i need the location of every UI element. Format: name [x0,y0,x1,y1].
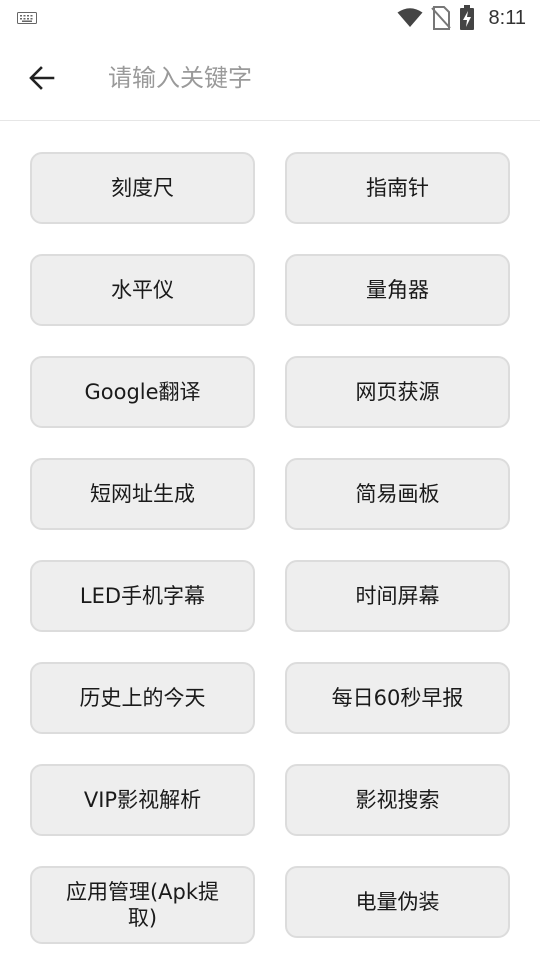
tool-button-battery-fake[interactable]: 电量伪装 [285,866,510,938]
tool-button-web-source[interactable]: 网页获源 [285,356,510,428]
tool-button-app-manager[interactable]: 应用管理(Apk提取) [30,866,255,944]
no-sim-icon [430,6,451,30]
back-button[interactable] [20,56,64,100]
tool-button-level[interactable]: 水平仪 [30,254,255,326]
tool-button-time-screen[interactable]: 时间屏幕 [285,560,510,632]
tool-button-compass[interactable]: 指南针 [285,152,510,224]
battery-charging-icon [459,5,474,30]
status-icons: 8:11 [397,5,526,31]
tool-grid: 刻度尺 指南针 水平仪 量角器 Google翻译 网页获源 短网址生成 简易画板… [30,152,510,944]
search-input[interactable] [108,58,508,98]
tool-button-video-search[interactable]: 影视搜索 [285,764,510,836]
tool-button-google-translate[interactable]: Google翻译 [30,356,255,428]
tool-button-vip-video[interactable]: VIP影视解析 [30,764,255,836]
tool-button-short-url[interactable]: 短网址生成 [30,458,255,530]
tool-button-daily-news[interactable]: 每日60秒早报 [285,662,510,734]
status-bar: 8:11 [0,0,540,36]
keyboard-icon [17,12,37,24]
tool-button-led-subtitle[interactable]: LED手机字幕 [30,560,255,632]
tool-button-sketchpad[interactable]: 简易画板 [285,458,510,530]
tool-button-protractor[interactable]: 量角器 [285,254,510,326]
app-bar [0,36,540,121]
wifi-icon [397,8,423,27]
status-time: 8:11 [488,6,526,29]
arrow-left-icon [29,66,55,90]
tool-button-ruler[interactable]: 刻度尺 [30,152,255,224]
tool-button-history-today[interactable]: 历史上的今天 [30,662,255,734]
